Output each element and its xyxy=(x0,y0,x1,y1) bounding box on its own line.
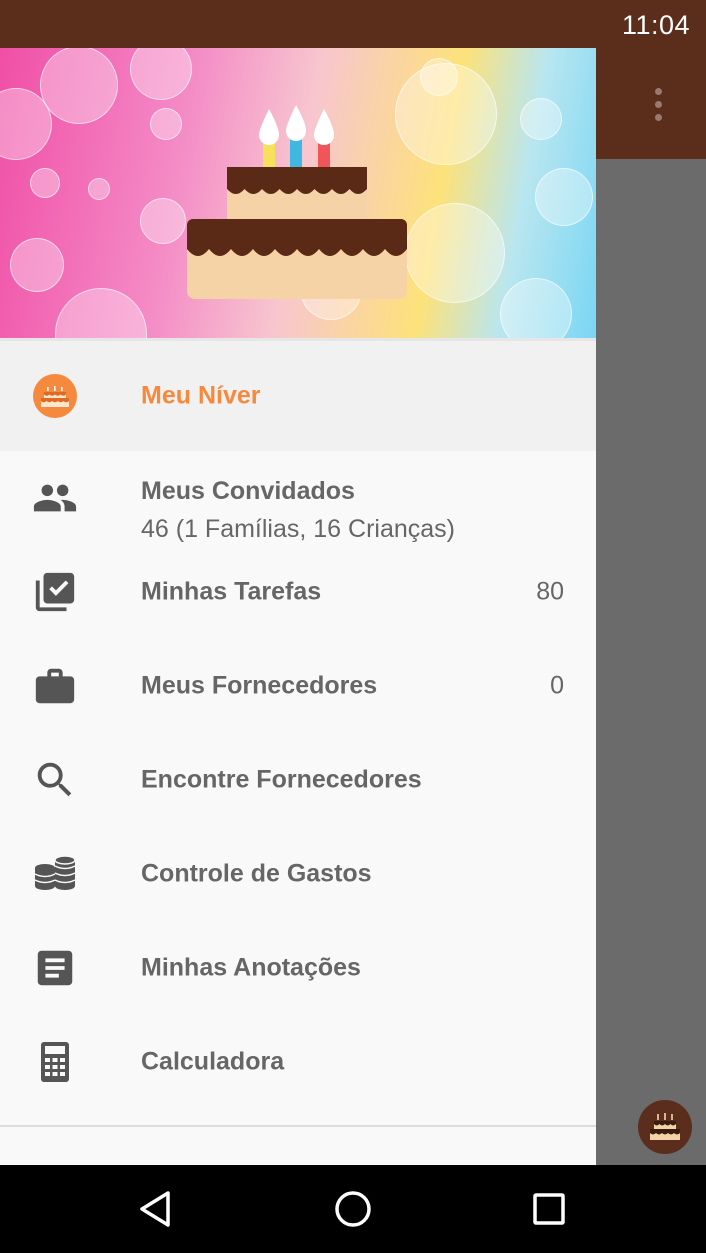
drawer-item-meu-niver[interactable]: Meu Níver xyxy=(0,341,596,451)
drawer-item-encontre-fornecedores[interactable]: Encontre Fornecedores xyxy=(0,733,596,827)
drawer-item-minhas-tarefas[interactable]: Minhas Tarefas 80 xyxy=(0,545,596,639)
status-bar: 11:04 xyxy=(0,0,706,48)
drawer-item-meus-convidados[interactable]: Meus Convidados 46 (1 Famílias, 16 Crian… xyxy=(0,451,596,545)
drawer-item-minhas-anotacoes[interactable]: Minhas Anotações xyxy=(0,921,596,1015)
calculator-icon xyxy=(32,1039,78,1085)
drawer-item-label: Encontre Fornecedores xyxy=(141,765,422,794)
tasks-count: 80 xyxy=(536,577,564,606)
drawer-item-meus-fornecedores[interactable]: Meus Fornecedores 0 xyxy=(0,639,596,733)
overflow-menu-icon[interactable] xyxy=(640,84,676,124)
navigation-drawer: Meu Níver Meus Convidados 46 (1 Famílias… xyxy=(0,48,596,1165)
notes-icon xyxy=(32,945,78,991)
drawer-item-label: Minhas Tarefas xyxy=(141,577,322,606)
drawer-item-label: Meu Níver xyxy=(141,381,261,410)
people-icon xyxy=(32,475,78,521)
drawer-item-label: Meus Fornecedores xyxy=(141,671,378,700)
search-icon xyxy=(32,757,78,803)
status-time: 11:04 xyxy=(621,10,690,40)
guests-summary: 46 (1 Famílias, 16 Crianças) xyxy=(141,515,456,543)
drawer-item-label: Controle de Gastos xyxy=(141,859,372,888)
briefcase-icon xyxy=(32,663,78,709)
back-icon[interactable] xyxy=(134,1187,178,1231)
drawer-item-label: Meus Convidados xyxy=(141,477,355,505)
drawer-menu: Meu Níver Meus Convidados 46 (1 Famílias… xyxy=(0,341,596,1109)
birthday-cake-illustration xyxy=(187,105,407,299)
system-nav-bar xyxy=(0,1165,706,1253)
home-icon[interactable] xyxy=(331,1187,375,1231)
cake-fab-button[interactable] xyxy=(638,1100,692,1154)
drawer-item-label: Calculadora xyxy=(141,1047,285,1076)
drawer-item-calculadora[interactable]: Calculadora xyxy=(0,1015,596,1109)
recents-icon[interactable] xyxy=(527,1187,571,1231)
birthday-cake-icon xyxy=(32,373,78,419)
drawer-item-controle-de-gastos[interactable]: Controle de Gastos xyxy=(0,827,596,921)
drawer-bottom-divider xyxy=(0,1125,596,1127)
coins-icon xyxy=(32,851,78,897)
checklist-icon xyxy=(32,569,78,615)
suppliers-count: 0 xyxy=(550,671,564,700)
drawer-item-label: Minhas Anotações xyxy=(141,953,361,982)
drawer-header xyxy=(0,48,596,338)
birthday-cake-icon xyxy=(650,1113,680,1140)
